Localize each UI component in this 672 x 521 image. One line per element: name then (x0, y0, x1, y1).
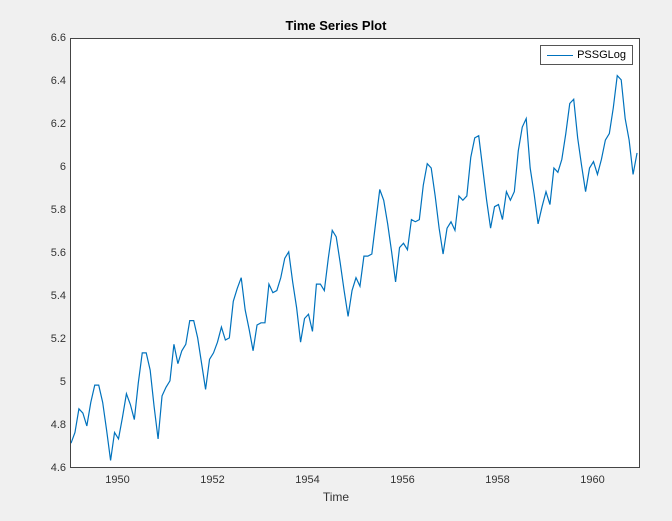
y-tick-label: 5.2 (36, 333, 66, 345)
y-tick-label: 5 (36, 376, 66, 388)
chart-axes[interactable]: PSSGLog (70, 38, 640, 468)
x-tick-label: 1950 (105, 474, 129, 486)
legend-entry: PSSGLog (547, 49, 626, 61)
x-tick-label: 1952 (200, 474, 224, 486)
chart-title: Time Series Plot (0, 18, 672, 33)
y-tick-label: 6.2 (36, 118, 66, 130)
y-tick-label: 5.8 (36, 204, 66, 216)
x-tick-label: 1958 (485, 474, 509, 486)
x-tick-label: 1956 (390, 474, 414, 486)
y-tick-label: 5.4 (36, 290, 66, 302)
y-tick-label: 6.6 (36, 32, 66, 44)
line-series-pssglog (71, 39, 641, 469)
y-tick-label: 4.8 (36, 419, 66, 431)
legend-swatch-icon (547, 55, 573, 56)
legend-box[interactable]: PSSGLog (540, 45, 633, 65)
y-tick-label: 6 (36, 161, 66, 173)
x-tick-label: 1960 (580, 474, 604, 486)
y-tick-label: 5.6 (36, 247, 66, 259)
legend-label: PSSGLog (577, 49, 626, 61)
figure-window: Time Series Plot PSSGLog Time 4.6 4.8 5 5.2… (0, 0, 672, 521)
x-tick-label: 1954 (295, 474, 319, 486)
y-tick-label: 4.6 (36, 462, 66, 474)
x-axis-label: Time (0, 490, 672, 504)
y-tick-label: 6.4 (36, 75, 66, 87)
